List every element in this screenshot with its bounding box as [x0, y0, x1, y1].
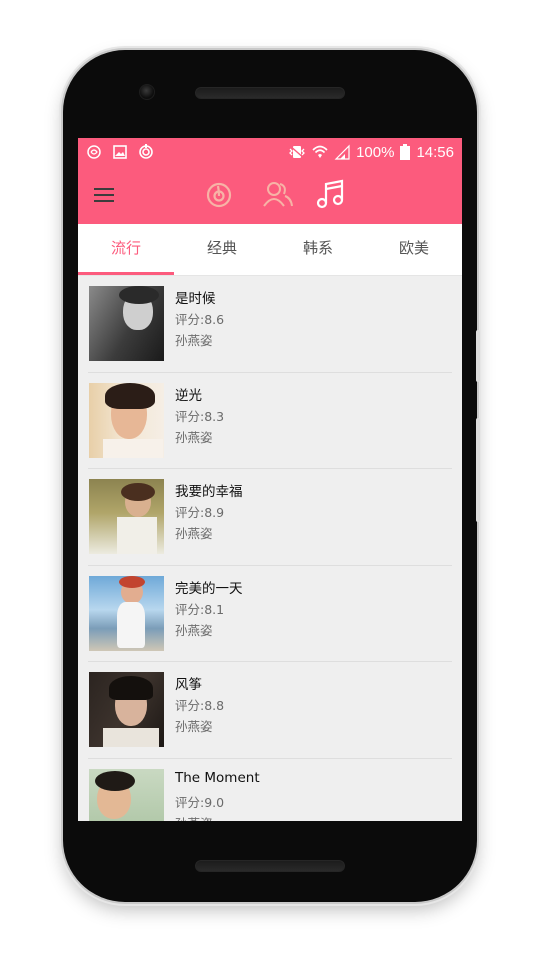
battery-icon	[400, 144, 411, 160]
app-screen: 100% 14:56 流行 经典 韩系 欧美 是时候 评分:8.6 孙燕姿 逆光…	[78, 138, 462, 821]
song-title: 风筝	[175, 677, 202, 693]
tab-pop[interactable]: 流行	[78, 224, 174, 275]
song-score: 评分:8.8	[175, 698, 225, 713]
list-item[interactable]: 我要的幸福 评分:8.9 孙燕姿	[78, 469, 462, 566]
song-title: 逆光	[175, 387, 202, 404]
list-item[interactable]: The Moment 评分:9.0 孙燕姿	[78, 759, 462, 822]
album-cover	[89, 479, 164, 554]
song-title: 完美的一天	[175, 580, 243, 597]
list-item[interactable]: 是时候 评分:8.6 孙燕姿	[78, 276, 462, 373]
song-title: The Moment	[175, 769, 260, 786]
song-artist: 孙燕姿	[175, 429, 213, 445]
music-note-icon[interactable]	[314, 178, 346, 210]
app-toolbar	[78, 166, 462, 224]
tab-classic[interactable]: 经典	[174, 224, 270, 275]
signal-icon	[334, 144, 350, 160]
song-artist: 孙燕姿	[175, 813, 213, 822]
song-artist: 孙燕姿	[175, 333, 213, 348]
tab-korean[interactable]: 韩系	[270, 224, 366, 275]
menu-icon	[94, 188, 114, 190]
song-score: 评分:8.9	[175, 505, 225, 520]
menu-button[interactable]	[92, 185, 116, 205]
list-item[interactable]: 风筝 评分:8.8 孙燕姿	[78, 662, 462, 759]
song-artist: 孙燕姿	[175, 526, 213, 541]
status-bar: 100% 14:56	[78, 138, 462, 166]
power-button	[476, 418, 480, 522]
category-tabs: 流行 经典 韩系 欧美	[78, 224, 462, 276]
album-cover	[89, 575, 164, 651]
sync-icon	[139, 144, 153, 159]
tab-western[interactable]: 欧美	[366, 224, 462, 275]
list-item[interactable]: 逆光 评分:8.3 孙燕姿	[78, 373, 462, 469]
album-cover	[89, 382, 164, 458]
bottom-speaker	[195, 860, 345, 872]
clock: 14:56	[416, 143, 454, 161]
song-score: 评分:9.0	[175, 794, 225, 810]
song-score: 评分:8.1	[175, 601, 225, 617]
album-cover	[89, 286, 164, 361]
earpiece-speaker	[195, 87, 345, 99]
vibrate-icon	[288, 144, 306, 160]
list-item[interactable]: 完美的一天 评分:8.1 孙燕姿	[78, 566, 462, 662]
song-artist: 孙燕姿	[175, 719, 213, 734]
song-title: 是时候	[175, 291, 216, 307]
song-score: 评分:8.6	[175, 312, 225, 327]
tab-indicator	[78, 272, 174, 275]
wifi-icon	[312, 145, 328, 158]
song-artist: 孙燕姿	[175, 622, 213, 638]
volume-button	[476, 330, 480, 382]
front-camera	[139, 84, 155, 100]
netease-music-icon[interactable]	[203, 178, 235, 210]
album-cover	[89, 672, 164, 747]
album-cover	[89, 768, 164, 821]
song-title: 我要的幸福	[175, 484, 243, 500]
friends-icon[interactable]	[262, 178, 294, 210]
song-score: 评分:8.3	[175, 408, 225, 424]
notification-icon	[87, 145, 101, 159]
song-list: 是时候 评分:8.6 孙燕姿 逆光 评分:8.3 孙燕姿 我要的幸福 评分:8.	[78, 276, 462, 821]
battery-percent: 100%	[356, 143, 395, 161]
image-icon	[113, 145, 127, 159]
